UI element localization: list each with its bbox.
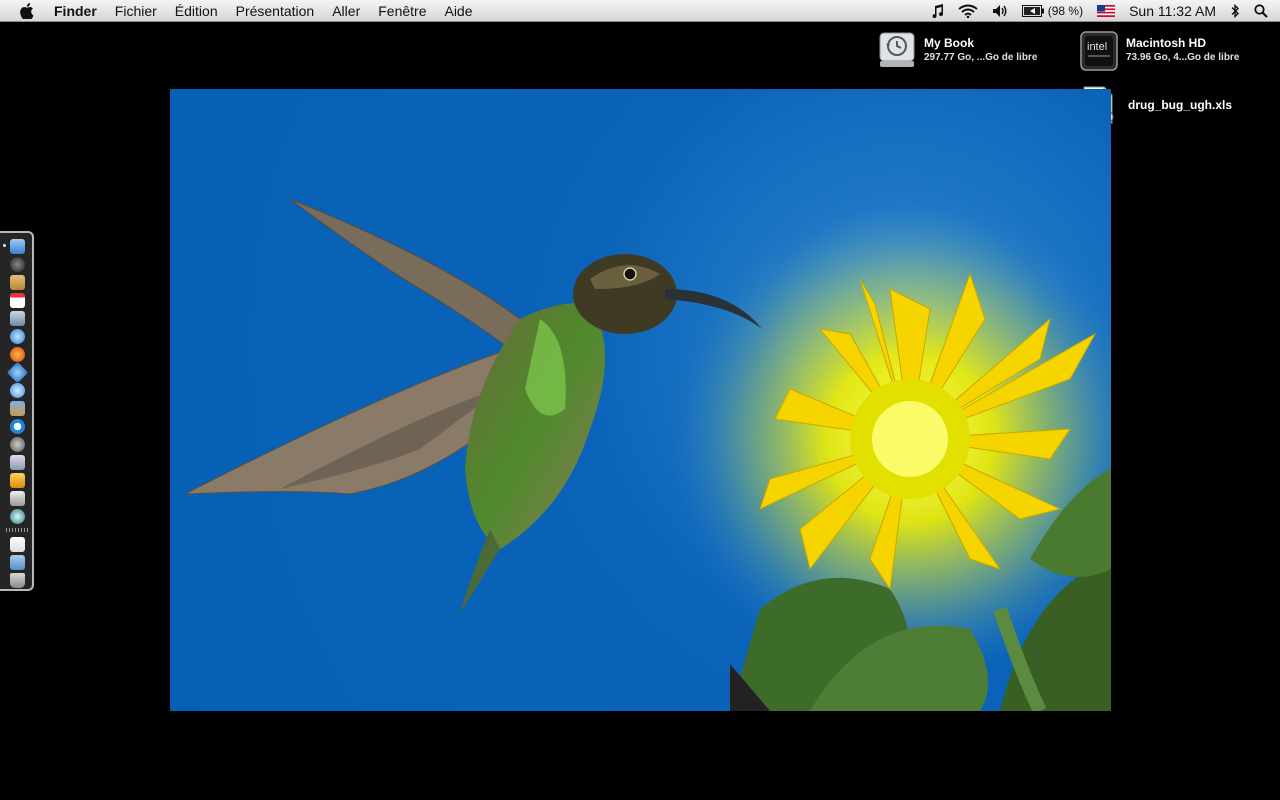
preview-icon[interactable] <box>10 311 25 326</box>
desktop-icon-info: 297.77 Go, ...Go de libre <box>924 51 1038 63</box>
desktop-icon-macintosh-hd[interactable]: intel Macintosh HD 73.96 Go, 4...Go de l… <box>1080 31 1240 71</box>
desktop-icon-info: 73.96 Go, 4...Go de libre <box>1126 51 1240 63</box>
menu-fenetre[interactable]: Fenêtre <box>369 0 435 22</box>
menu-bar: Finder Fichier Édition Présentation Alle… <box>0 0 1280 22</box>
desktop-wallpaper <box>170 89 1111 711</box>
network-icon[interactable] <box>6 361 29 384</box>
safari-icon[interactable] <box>10 329 25 344</box>
intel-logo: intel <box>1087 41 1107 53</box>
time-machine-drive-icon <box>878 31 916 69</box>
wallpaper-artwork <box>184 198 1111 711</box>
money-icon[interactable] <box>10 473 25 488</box>
wifi-icon[interactable] <box>958 0 978 22</box>
address-book-icon[interactable] <box>10 275 25 290</box>
menu-aller[interactable]: Aller <box>323 0 369 22</box>
firefox-icon[interactable] <box>10 347 25 362</box>
desktop-icon-name: Macintosh HD <box>1126 35 1207 50</box>
battery-icon[interactable]: (98 %) <box>1021 0 1084 22</box>
photo-booth-icon[interactable] <box>10 455 25 470</box>
menu-edition[interactable]: Édition <box>166 0 227 22</box>
menu-presentation[interactable]: Présentation <box>227 0 324 22</box>
desktop-icon-name: drug_bug_ugh.xls <box>1128 97 1233 112</box>
desktop-icon-name: My Book <box>924 35 975 50</box>
documents-icon[interactable] <box>10 537 25 552</box>
dock-separator <box>6 528 28 532</box>
trash-icon[interactable] <box>10 573 25 588</box>
screenshot-icon[interactable] <box>10 491 25 506</box>
bluetooth-icon[interactable] <box>1230 0 1240 22</box>
desktop-icon-my-book[interactable]: My Book 297.77 Go, ...Go de libre <box>878 31 1037 69</box>
iphoto-icon[interactable] <box>10 401 25 416</box>
finder-icon[interactable] <box>10 239 25 254</box>
system-prefs-icon[interactable] <box>10 437 25 452</box>
volume-icon[interactable] <box>992 0 1008 22</box>
battery-percentage: (98 %) <box>1047 3 1084 18</box>
time-machine-icon[interactable] <box>10 509 25 524</box>
spotlight-search-icon[interactable] <box>1254 0 1268 22</box>
running-indicator <box>3 244 6 247</box>
menu-finder[interactable]: Finder <box>46 0 106 22</box>
menu-fichier[interactable]: Fichier <box>106 0 166 22</box>
dashboard-icon[interactable] <box>10 257 25 272</box>
clock[interactable]: Sun 11:32 AM <box>1129 3 1216 19</box>
apple-menu-icon[interactable] <box>16 0 38 22</box>
us-flag-icon[interactable] <box>1097 0 1116 22</box>
quicktime-icon[interactable] <box>10 419 25 434</box>
applications-folder-icon[interactable] <box>10 555 25 570</box>
menu-aide[interactable]: Aide <box>435 0 481 22</box>
dock <box>0 231 34 591</box>
ical-icon[interactable] <box>10 293 25 308</box>
hard-drive-icon: intel <box>1080 31 1118 71</box>
music-note-icon[interactable] <box>932 0 944 22</box>
itunes-icon[interactable] <box>10 383 25 398</box>
